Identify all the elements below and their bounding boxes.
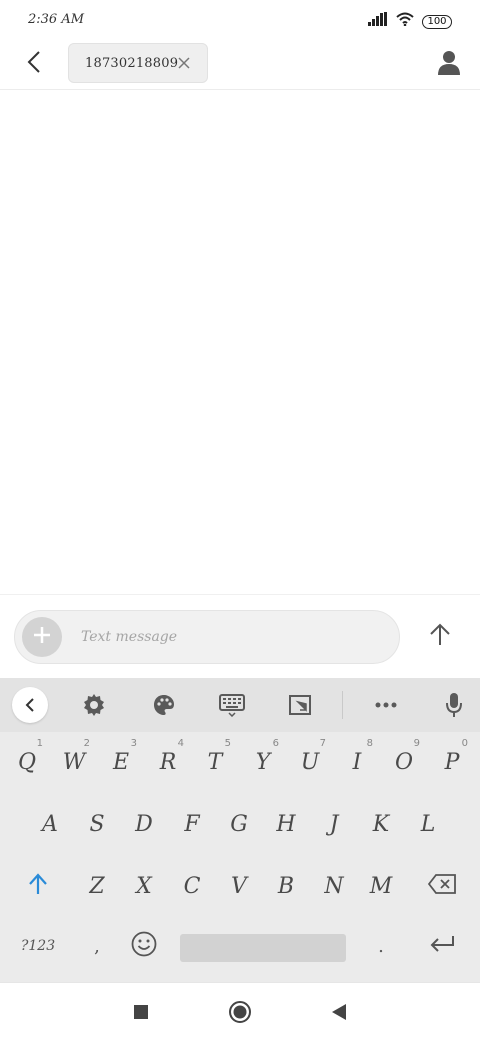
emoji-key[interactable]: [124, 920, 164, 972]
keyboard-icon[interactable]: [214, 687, 250, 723]
close-icon[interactable]: [177, 56, 191, 70]
key-label: E: [112, 749, 130, 775]
recipient-chip[interactable]: 18730218809: [68, 43, 208, 83]
shift-key[interactable]: [14, 860, 62, 912]
key-k[interactable]: K: [361, 798, 401, 850]
battery-icon: 100: [422, 14, 452, 29]
signal-icon: [368, 12, 388, 31]
key-e[interactable]: E3: [101, 736, 141, 788]
key-hint: 3: [130, 738, 137, 749]
send-arrow-icon: [429, 623, 451, 652]
key-m[interactable]: M: [361, 860, 401, 912]
more-icon[interactable]: [368, 687, 404, 723]
send-button[interactable]: [420, 617, 460, 657]
key-hint: 1: [36, 738, 43, 749]
key-l[interactable]: L: [408, 798, 448, 850]
chevron-left-icon[interactable]: [12, 687, 48, 723]
key-label: I: [352, 749, 362, 775]
key-x[interactable]: X: [124, 860, 164, 912]
key-n[interactable]: N: [314, 860, 354, 912]
attach-button[interactable]: [22, 617, 62, 657]
key-z[interactable]: Z: [77, 860, 117, 912]
key-b[interactable]: B: [266, 860, 306, 912]
backspace-key[interactable]: [418, 860, 466, 912]
key-p[interactable]: P0: [432, 736, 472, 788]
keyboard-toolbar: [0, 678, 480, 732]
key-label: Y: [255, 749, 271, 775]
key-label: W: [62, 749, 86, 775]
period-key[interactable]: .: [362, 920, 400, 972]
key-f[interactable]: F: [172, 798, 212, 850]
key-i[interactable]: I8: [337, 736, 377, 788]
key-hint: 4: [177, 738, 184, 749]
plus-icon: [32, 625, 52, 650]
resize-icon[interactable]: [282, 687, 318, 723]
conversation-header: 18730218809: [0, 40, 480, 90]
compose-box: [14, 610, 400, 664]
gear-icon[interactable]: [76, 687, 112, 723]
emoji-icon: [131, 931, 157, 962]
key-hint: 0: [461, 738, 468, 749]
key-t[interactable]: T5: [195, 736, 235, 788]
key-label: R: [159, 749, 177, 775]
key-label: T: [207, 749, 223, 775]
key-c[interactable]: C: [172, 860, 212, 912]
key-g[interactable]: G: [219, 798, 259, 850]
microphone-icon[interactable]: [436, 687, 472, 723]
backspace-icon: [427, 873, 456, 899]
key-a[interactable]: A: [30, 798, 70, 850]
key-u[interactable]: U7: [290, 736, 330, 788]
key-r[interactable]: R4: [148, 736, 188, 788]
key-hint: 6: [272, 738, 279, 749]
key-hint: 7: [319, 738, 326, 749]
key-w[interactable]: W2: [54, 736, 94, 788]
key-h[interactable]: H: [266, 798, 306, 850]
system-nav-bar: [0, 982, 480, 1040]
key-hint: 5: [224, 738, 231, 749]
person-icon: [438, 51, 460, 80]
key-label: O: [394, 749, 414, 775]
toolbar-divider: [342, 691, 343, 719]
key-label: Q: [17, 749, 37, 775]
symbols-key[interactable]: ?123: [12, 920, 64, 972]
key-hint: 9: [413, 738, 420, 749]
keyboard: Q1 W2 E3 R4 T5 Y6 U7 I8 O9 P0 A S D F G …: [0, 678, 480, 982]
shift-arrow-icon: [28, 872, 48, 900]
key-o[interactable]: O9: [384, 736, 424, 788]
palette-icon[interactable]: [146, 687, 182, 723]
key-hint: 8: [366, 738, 373, 749]
enter-icon: [429, 935, 455, 958]
key-d[interactable]: D: [124, 798, 164, 850]
enter-key[interactable]: [418, 920, 466, 972]
key-s[interactable]: S: [77, 798, 117, 850]
message-area: [0, 91, 480, 594]
key-hint: 2: [83, 738, 90, 749]
recipient-number: 18730218809: [85, 55, 179, 71]
contact-button[interactable]: [438, 50, 464, 78]
status-time: 2:36 AM: [28, 12, 85, 27]
key-v[interactable]: V: [219, 860, 259, 912]
back-arrow-icon: [27, 50, 41, 79]
wifi-icon: [396, 12, 414, 31]
space-key[interactable]: [180, 934, 346, 962]
back-triangle-icon[interactable]: [324, 997, 354, 1027]
message-input[interactable]: [81, 619, 381, 655]
key-label: P: [444, 749, 460, 775]
status-icons: 100: [368, 12, 452, 31]
key-q[interactable]: Q1: [7, 736, 47, 788]
back-button[interactable]: [18, 48, 50, 80]
key-y[interactable]: Y6: [243, 736, 283, 788]
key-j[interactable]: J: [314, 798, 354, 850]
key-label: U: [300, 749, 320, 775]
status-bar: 2:36 AM 100: [0, 0, 480, 40]
recents-square-icon[interactable]: [126, 997, 156, 1027]
compose-bar: [0, 594, 480, 678]
comma-key[interactable]: ,: [78, 920, 116, 972]
home-circle-icon[interactable]: [225, 997, 255, 1027]
